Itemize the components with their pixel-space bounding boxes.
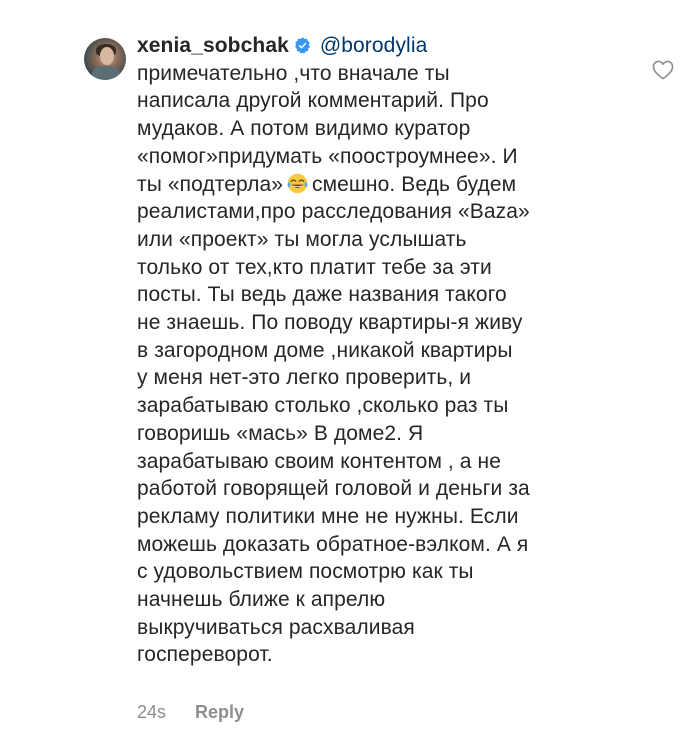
comment-text-part2: смешно. Ведь будем реалистами,про рассле… [137, 172, 530, 667]
comment-meta: 24s Reply [137, 702, 244, 723]
comment-content: xenia_sobchak @borodylia примечательно ,… [137, 32, 627, 669]
comment-text: xenia_sobchak @borodylia примечательно ,… [137, 32, 627, 669]
verified-badge-icon [294, 37, 310, 54]
avatar-body [92, 66, 120, 80]
tears-of-joy-emoji-icon [287, 173, 308, 193]
mention-link[interactable]: @borodylia [320, 34, 428, 57]
comment: xenia_sobchak @borodylia примечательно ,… [0, 0, 690, 747]
heart-outline-icon[interactable] [652, 60, 674, 80]
reply-button[interactable]: Reply [195, 702, 244, 722]
avatar[interactable] [84, 38, 126, 80]
comment-timestamp: 24s [137, 702, 167, 722]
avatar-face [100, 47, 114, 65]
username-link[interactable]: xenia_sobchak [137, 34, 289, 57]
